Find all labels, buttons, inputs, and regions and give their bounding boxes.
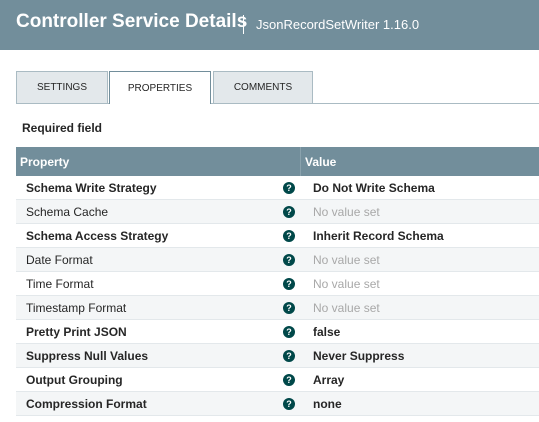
- property-row[interactable]: Date Format? No value set: [16, 248, 539, 272]
- property-name: Output Grouping: [26, 373, 123, 387]
- property-value[interactable]: Do Not Write Schema: [313, 181, 435, 195]
- property-value[interactable]: false: [313, 325, 340, 339]
- property-name: Schema Cache: [26, 205, 109, 219]
- help-icon[interactable]: ?: [283, 302, 295, 314]
- property-row[interactable]: Schema Write Strategy? Do Not Write Schem…: [16, 176, 539, 200]
- property-value[interactable]: No value set: [313, 205, 380, 219]
- help-icon[interactable]: ?: [283, 374, 295, 386]
- dialog-title: Controller Service Details: [16, 11, 248, 32]
- property-name: Time Format: [26, 277, 94, 291]
- help-icon[interactable]: ?: [283, 206, 295, 218]
- property-row[interactable]: Schema Access Strategy? Inherit Record Sc…: [16, 224, 539, 248]
- dialog-subtitle: JsonRecordSetWriter 1.16.0: [256, 17, 420, 32]
- property-name: Timestamp Format: [26, 301, 127, 315]
- help-icon[interactable]: ?: [283, 350, 295, 362]
- help-icon[interactable]: ?: [283, 254, 295, 266]
- property-grid-header: Property Value: [16, 147, 539, 176]
- property-row[interactable]: Pretty Print JSON? false: [16, 320, 539, 344]
- help-icon[interactable]: ?: [283, 278, 295, 290]
- property-value[interactable]: No value set: [313, 253, 380, 267]
- property-value[interactable]: No value set: [313, 277, 380, 291]
- header-divider: [243, 15, 244, 34]
- property-value[interactable]: none: [313, 397, 342, 411]
- property-row[interactable]: Compression Format? none: [16, 392, 539, 416]
- help-icon[interactable]: ?: [283, 398, 295, 410]
- column-divider[interactable]: [300, 147, 301, 176]
- property-value[interactable]: No value set: [313, 301, 380, 315]
- property-row[interactable]: Output Grouping? Array: [16, 368, 539, 392]
- property-grid-body: Schema Write Strategy? Do Not Write Schem…: [16, 176, 539, 416]
- tab-comments[interactable]: COMMENTS: [213, 71, 313, 103]
- property-value[interactable]: Array: [313, 373, 344, 387]
- property-name: Suppress Null Values: [26, 349, 149, 363]
- property-row[interactable]: Timestamp Format? No value set: [16, 296, 539, 320]
- property-name: Schema Access Strategy: [26, 229, 169, 243]
- dialog-header: Controller Service Details JsonRecordSet…: [0, 0, 539, 50]
- property-name: Pretty Print JSON: [26, 325, 127, 339]
- property-row[interactable]: Time Format? No value set: [16, 272, 539, 296]
- property-row[interactable]: Suppress Null Values? Never Suppress: [16, 344, 539, 368]
- help-icon[interactable]: ?: [283, 230, 295, 242]
- property-name: Schema Write Strategy: [26, 181, 157, 195]
- column-header-property[interactable]: Property: [20, 155, 69, 169]
- property-value[interactable]: Inherit Record Schema: [313, 229, 444, 243]
- property-name: Compression Format: [26, 397, 147, 411]
- help-icon[interactable]: ?: [283, 326, 295, 338]
- property-value[interactable]: Never Suppress: [313, 349, 404, 363]
- tab-settings[interactable]: SETTINGS: [16, 71, 108, 103]
- required-field-legend: Required field: [22, 121, 103, 135]
- property-name: Date Format: [26, 253, 93, 267]
- help-icon[interactable]: ?: [283, 182, 295, 194]
- property-row[interactable]: Schema Cache? No value set: [16, 200, 539, 224]
- tab-properties[interactable]: PROPERTIES: [109, 71, 211, 104]
- tab-bar: SETTINGS PROPERTIES COMMENTS: [16, 71, 539, 104]
- column-header-value[interactable]: Value: [305, 155, 336, 169]
